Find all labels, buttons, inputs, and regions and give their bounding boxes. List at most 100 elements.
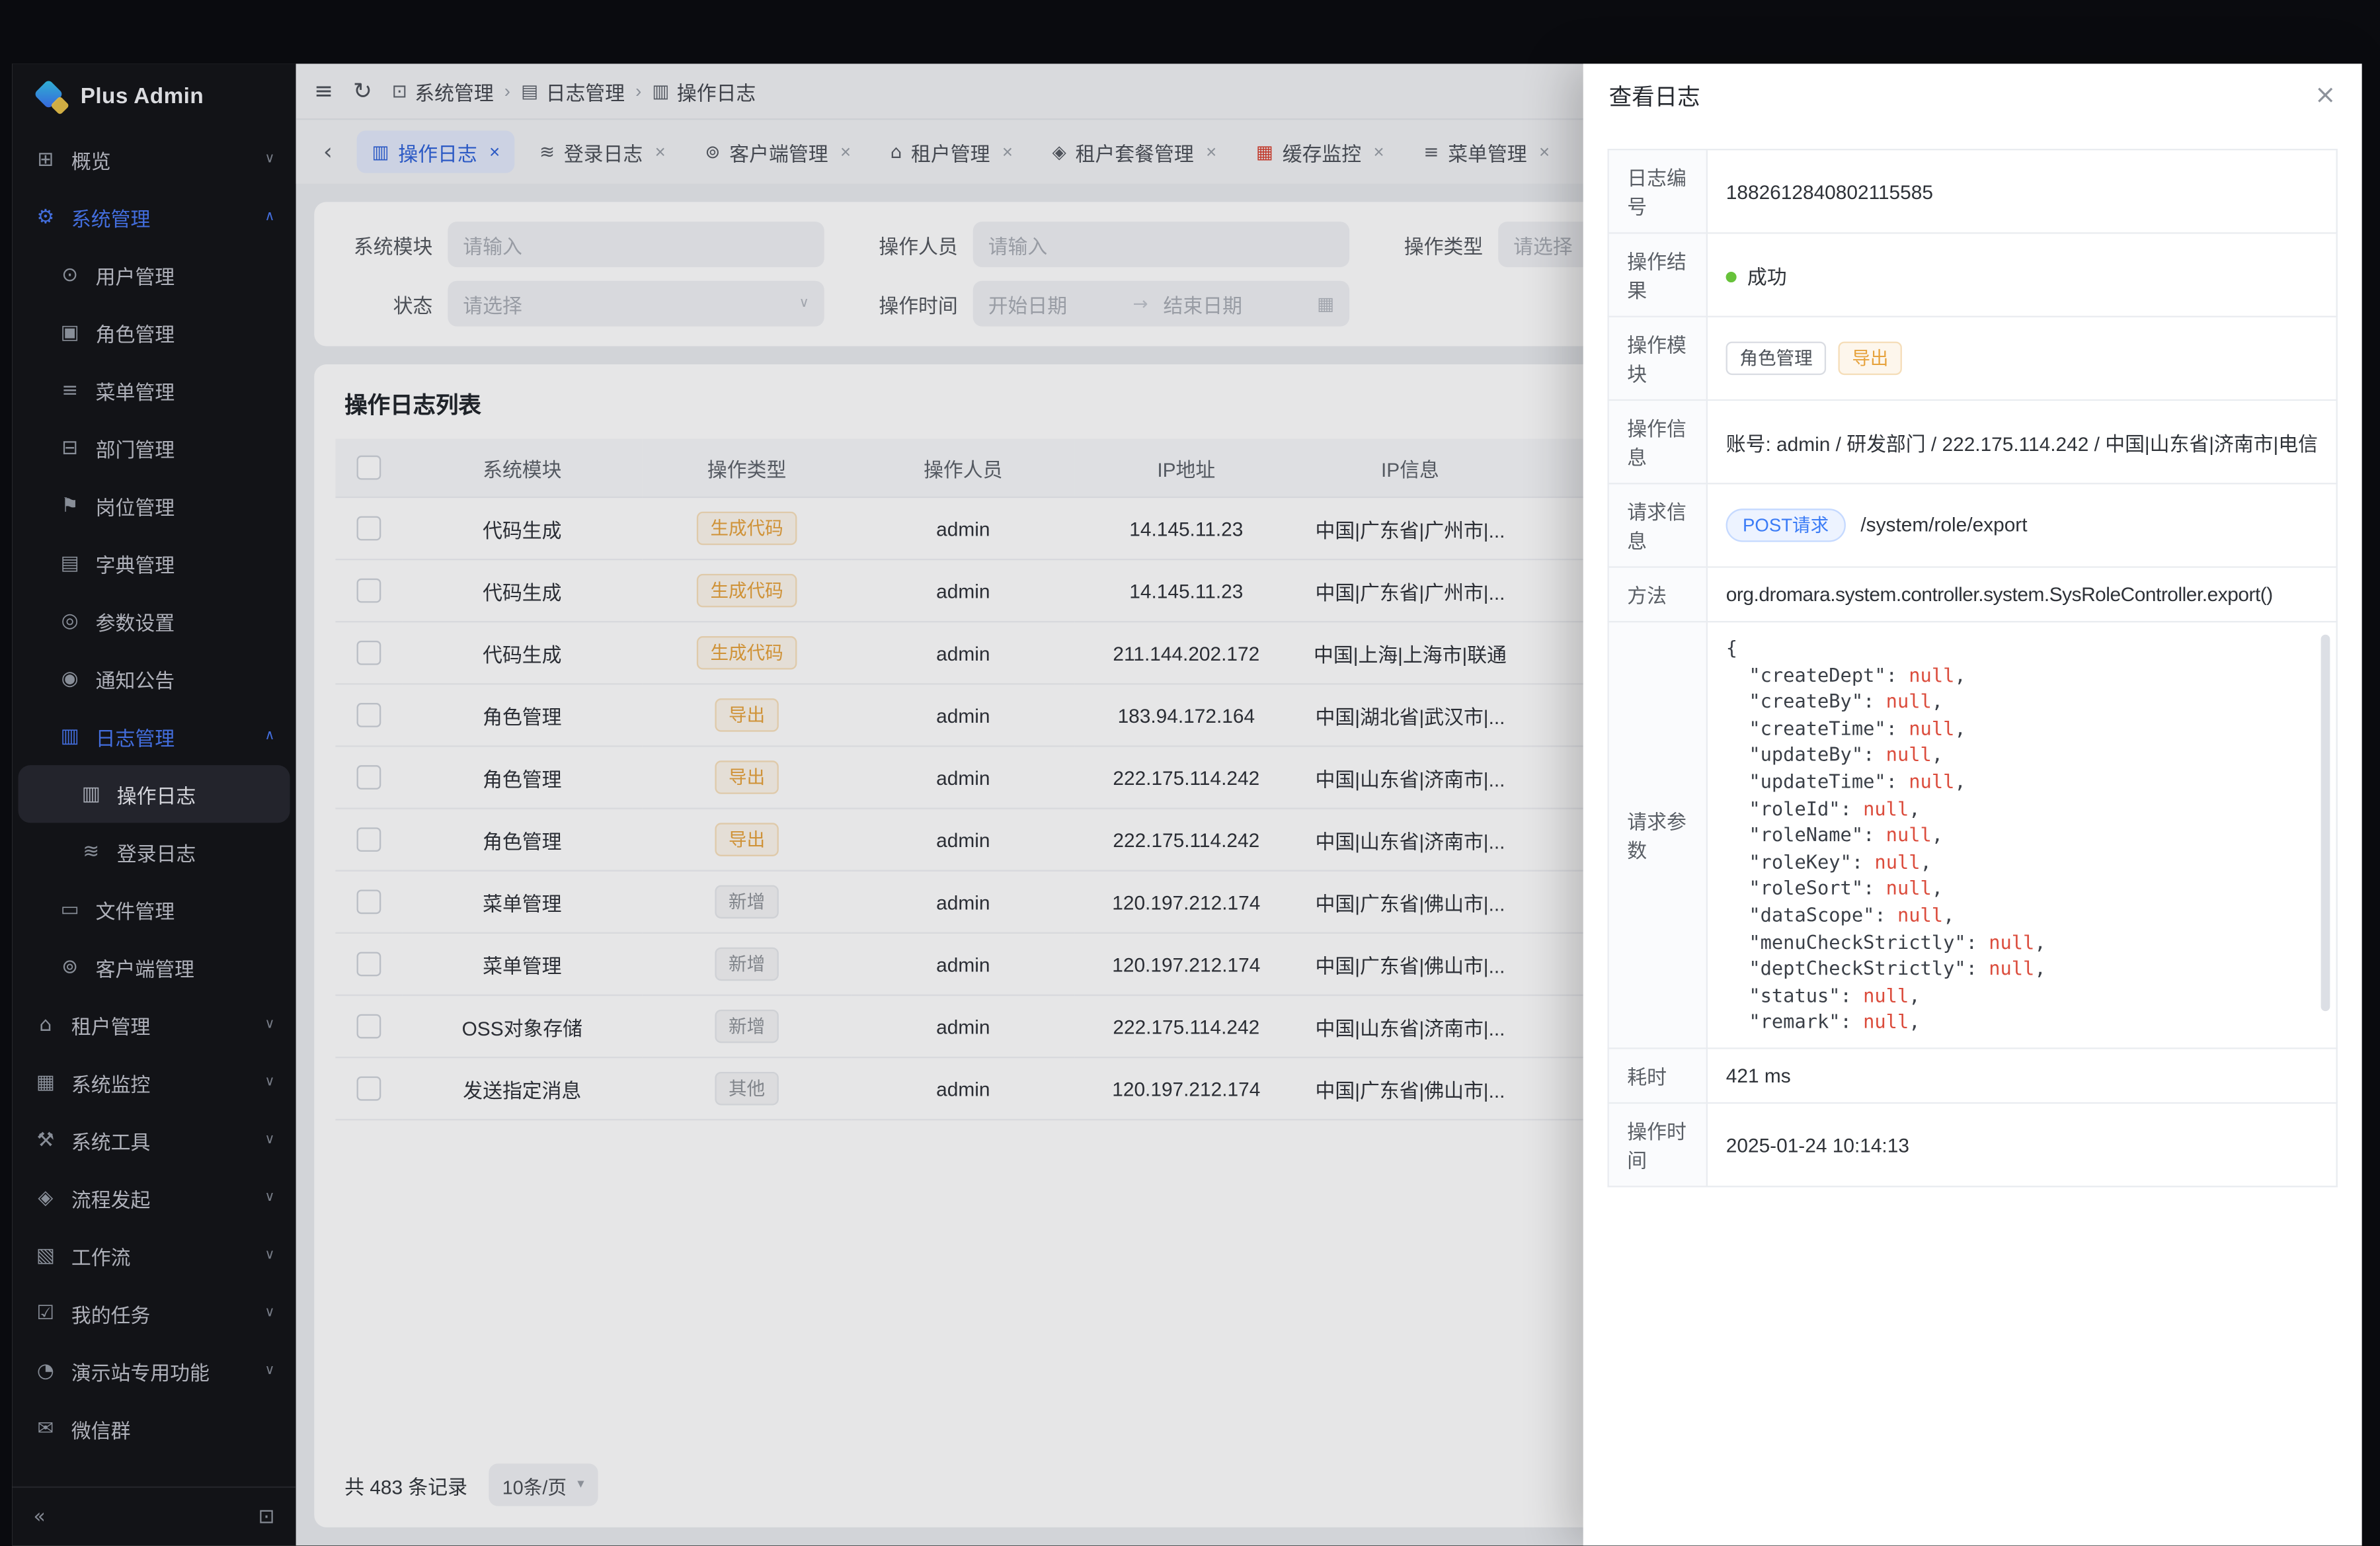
tab-tenant[interactable]: ⌂租户管理× bbox=[875, 130, 1028, 173]
sidebar-item-notice[interactable]: ◉通知公告 bbox=[19, 650, 290, 708]
operation-type-tag: 导出 bbox=[1839, 342, 1902, 376]
sidebar-item-user[interactable]: ⊙用户管理 bbox=[19, 246, 290, 304]
sidebar-item-login-log[interactable]: ≋登录日志 bbox=[19, 823, 290, 880]
sidebar-item-process-start[interactable]: ◈流程发起∨ bbox=[19, 1169, 290, 1227]
sidebar-item-department[interactable]: ⊟部门管理 bbox=[19, 419, 290, 477]
sidebar-item-my-tasks[interactable]: ☑我的任务∨ bbox=[19, 1284, 290, 1342]
sidebar-item-dictionary[interactable]: ▤字典管理 bbox=[19, 534, 290, 592]
client-icon: ⊚ bbox=[705, 142, 720, 163]
field-label: 耗时 bbox=[1608, 1048, 1707, 1103]
row-checkbox[interactable] bbox=[357, 516, 381, 541]
department-icon: ⊟ bbox=[58, 436, 82, 459]
operation-type-badge: 导出 bbox=[715, 760, 778, 794]
sidebar-item-operation-log[interactable]: ▥操作日志 bbox=[19, 765, 290, 823]
tabs-back-icon[interactable]: ‹ bbox=[311, 135, 345, 169]
filter-op-time-label: 操作时间 bbox=[863, 289, 957, 318]
field-label: 请求参数 bbox=[1608, 622, 1707, 1048]
close-tab-icon[interactable]: × bbox=[655, 142, 666, 163]
breadcrumb-item[interactable]: ▤日志管理 bbox=[521, 77, 625, 106]
sidebar-item-label: 登录日志 bbox=[117, 837, 196, 866]
cell-ip-info: 中国|广东省|佛山市|... bbox=[1298, 1057, 1523, 1119]
operation-type-badge: 生成代码 bbox=[697, 574, 797, 608]
operation-type-badge: 导出 bbox=[715, 823, 778, 856]
sidebar-item-role[interactable]: ▣角色管理 bbox=[19, 304, 290, 361]
sidebar-item-tenant[interactable]: ⌂租户管理∨ bbox=[19, 996, 290, 1053]
code-line: "updateBy": null, bbox=[1726, 741, 2318, 768]
filter-op-time-range[interactable]: 开始日期 → 结束日期 ▦ bbox=[973, 281, 1349, 327]
tab-login-log[interactable]: ≋登录日志× bbox=[524, 130, 681, 173]
column-header: IP地址 bbox=[1075, 439, 1298, 497]
row-checkbox[interactable] bbox=[357, 828, 381, 852]
range-arrow-icon: → bbox=[1132, 293, 1148, 314]
sidebar-item-label: 系统工具 bbox=[71, 1125, 150, 1155]
close-tab-icon[interactable]: × bbox=[1206, 142, 1216, 163]
row-checkbox[interactable] bbox=[357, 766, 381, 790]
row-checkbox[interactable] bbox=[357, 1014, 381, 1039]
cell-operator: admin bbox=[852, 871, 1075, 933]
row-checkbox[interactable] bbox=[357, 890, 381, 915]
cell-operator: admin bbox=[852, 559, 1075, 622]
sidebar-item-system-settings[interactable]: ⚙系统管理∧ bbox=[19, 188, 290, 246]
filter-status-select[interactable]: 请选择 ∨ bbox=[448, 281, 824, 327]
breadcrumb-item[interactable]: ⊡系统管理 bbox=[392, 77, 494, 106]
filter-operator-input[interactable]: 请输入 bbox=[973, 222, 1349, 267]
sidebar-item-menu[interactable]: ≡菜单管理 bbox=[19, 361, 290, 419]
sidebar-item-tools[interactable]: ⚒系统工具∨ bbox=[19, 1112, 290, 1169]
chevron-down-icon: ∨ bbox=[264, 1017, 274, 1032]
sidebar-item-label: 岗位管理 bbox=[96, 491, 175, 520]
user-icon: ⊙ bbox=[58, 263, 82, 286]
tenant-icon: ⌂ bbox=[891, 142, 902, 163]
tab-menu[interactable]: ≡菜单管理× bbox=[1408, 130, 1565, 173]
sidebar-panel-icon[interactable]: ⊡ bbox=[258, 1505, 275, 1527]
sidebar-item-workflow[interactable]: ▧工作流∨ bbox=[19, 1227, 290, 1284]
breadcrumb-item[interactable]: ▥操作日志 bbox=[652, 77, 756, 106]
sidebar-item-post[interactable]: ⚑岗位管理 bbox=[19, 477, 290, 534]
code-scrollbar-thumb[interactable] bbox=[2321, 635, 2330, 1012]
sidebar-item-log[interactable]: ▥日志管理∧ bbox=[19, 708, 290, 765]
page-size-select[interactable]: 10条/页 ▾ bbox=[489, 1463, 598, 1506]
sidebar-item-wechat[interactable]: ✉微信群 bbox=[19, 1400, 290, 1457]
field-request: 请求信息 POST请求/system/role/export bbox=[1608, 483, 2337, 567]
code-line: "menuCheckStrictly": null, bbox=[1726, 928, 2318, 955]
close-tab-icon[interactable]: × bbox=[840, 142, 851, 163]
sidebar-item-demo-feature[interactable]: ◔演示站专用功能∨ bbox=[19, 1342, 290, 1400]
row-checkbox[interactable] bbox=[357, 704, 381, 728]
row-checkbox-cell bbox=[335, 497, 402, 559]
close-tab-icon[interactable]: × bbox=[1539, 142, 1550, 163]
close-icon[interactable]: × bbox=[2315, 83, 2336, 108]
tab-operation-log[interactable]: ▥操作日志× bbox=[357, 130, 516, 173]
sidebar-item-parameter[interactable]: ◎参数设置 bbox=[19, 592, 290, 649]
tab-label: 客户端管理 bbox=[729, 138, 828, 167]
select-all-checkbox[interactable] bbox=[357, 456, 381, 480]
monitor-icon: ▦ bbox=[34, 1071, 58, 1094]
code-line: "roleSort": null, bbox=[1726, 875, 2318, 901]
close-tab-icon[interactable]: × bbox=[489, 142, 500, 163]
sidebar-item-dashboard[interactable]: ⊞概览∨ bbox=[19, 130, 290, 188]
row-checkbox[interactable] bbox=[357, 579, 381, 603]
row-checkbox[interactable] bbox=[357, 1077, 381, 1102]
logo-icon bbox=[36, 82, 67, 112]
tab-redis[interactable]: ▦缓存监控× bbox=[1241, 130, 1400, 173]
request-value: POST请求/system/role/export bbox=[1707, 483, 2337, 567]
menu-icon: ≡ bbox=[1423, 142, 1439, 163]
tab-client[interactable]: ⊚ 客户端管理 × bbox=[690, 130, 866, 173]
sidebar-item-client[interactable]: ⊚客户端管理 bbox=[19, 938, 290, 996]
cell-operator: admin bbox=[852, 933, 1075, 995]
cell-operation-type: 生成代码 bbox=[642, 559, 852, 622]
close-tab-icon[interactable]: × bbox=[1374, 142, 1384, 163]
sidebar-item-monitor[interactable]: ▦系统监控∨ bbox=[19, 1053, 290, 1111]
sidebar-item-file[interactable]: ▭文件管理 bbox=[19, 881, 290, 938]
row-checkbox[interactable] bbox=[357, 952, 381, 977]
refresh-icon[interactable]: ↻ bbox=[353, 80, 372, 102]
code-scrollbar bbox=[2321, 635, 2330, 1036]
tab-tenant-package[interactable]: ◈租户套餐管理× bbox=[1037, 130, 1232, 173]
sidebar-item-label: 概览 bbox=[71, 145, 111, 174]
menu-toggle-icon[interactable]: ≡ bbox=[314, 80, 333, 102]
breadcrumb: ⊡系统管理›▤日志管理›▥操作日志 bbox=[392, 77, 756, 106]
code-line: "dataScope": null, bbox=[1726, 902, 2318, 928]
close-tab-icon[interactable]: × bbox=[1002, 142, 1013, 163]
filter-module-input[interactable]: 请输入 bbox=[448, 222, 824, 267]
cell-operator: admin bbox=[852, 995, 1075, 1057]
row-checkbox[interactable] bbox=[357, 641, 381, 666]
collapse-sidebar-icon[interactable]: « bbox=[34, 1505, 46, 1527]
